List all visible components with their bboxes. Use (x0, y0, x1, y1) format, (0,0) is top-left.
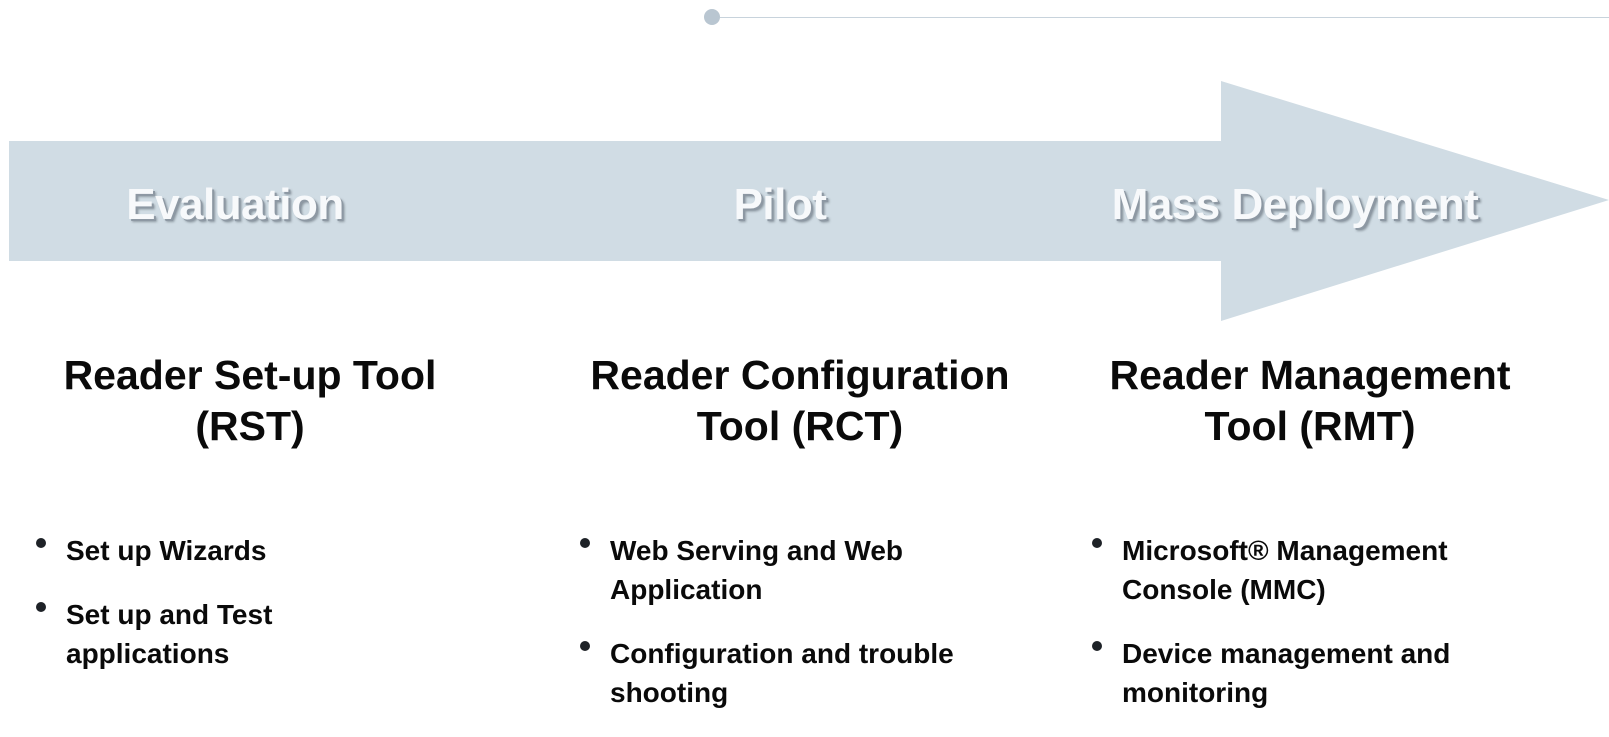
bullet-text: Configuration and trouble shooting (610, 638, 954, 708)
phase-evaluation: Evaluation (126, 180, 344, 229)
bullet-list-rmt: Microsoft® Management Console (MMC) Devi… (1092, 531, 1512, 737)
list-item: Set up Wizards (36, 531, 336, 570)
bullet-icon (580, 538, 590, 548)
bullet-text: Set up and Test applications (66, 599, 273, 669)
bullet-text: Set up Wizards (66, 535, 267, 566)
tool-title-line: Tool (RMT) (1204, 403, 1416, 449)
list-item: Web Serving and Web Application (580, 531, 1020, 609)
tool-title-line: Tool (RCT) (696, 403, 904, 449)
bullet-text: Web Serving and Web Application (610, 535, 904, 605)
bullet-icon (580, 641, 590, 651)
tool-title-line: Reader Set-up Tool (63, 352, 437, 398)
bullet-icon (1092, 538, 1102, 548)
tool-title-rst: Reader Set-up Tool (RST) (30, 350, 470, 452)
bullet-list-rst: Set up Wizards Set up and Test applicati… (36, 531, 336, 698)
list-item: Set up and Test applications (36, 595, 336, 673)
list-item: Microsoft® Management Console (MMC) (1092, 531, 1512, 609)
list-item: Configuration and trouble shooting (580, 634, 1020, 712)
bullet-text: Microsoft® Management Console (MMC) (1122, 535, 1448, 605)
bullet-icon (36, 538, 46, 548)
phase-pilot: Pilot (733, 180, 827, 229)
bullet-list-rct: Web Serving and Web Application Configur… (580, 531, 1020, 737)
tool-title-line: (RST) (195, 403, 305, 449)
tool-title-line: Reader Configuration (590, 352, 1010, 398)
list-item: Device management and monitoring (1092, 634, 1512, 712)
tool-title-rmt: Reader Management Tool (RMT) (1080, 350, 1540, 452)
tool-title-rct: Reader Configuration Tool (RCT) (560, 350, 1040, 452)
phase-mass-deployment: Mass Deployment (1111, 180, 1479, 229)
tool-title-line: Reader Management (1109, 352, 1511, 398)
bullet-text: Device management and monitoring (1122, 638, 1451, 708)
bullet-icon (36, 602, 46, 612)
bullet-icon (1092, 641, 1102, 651)
